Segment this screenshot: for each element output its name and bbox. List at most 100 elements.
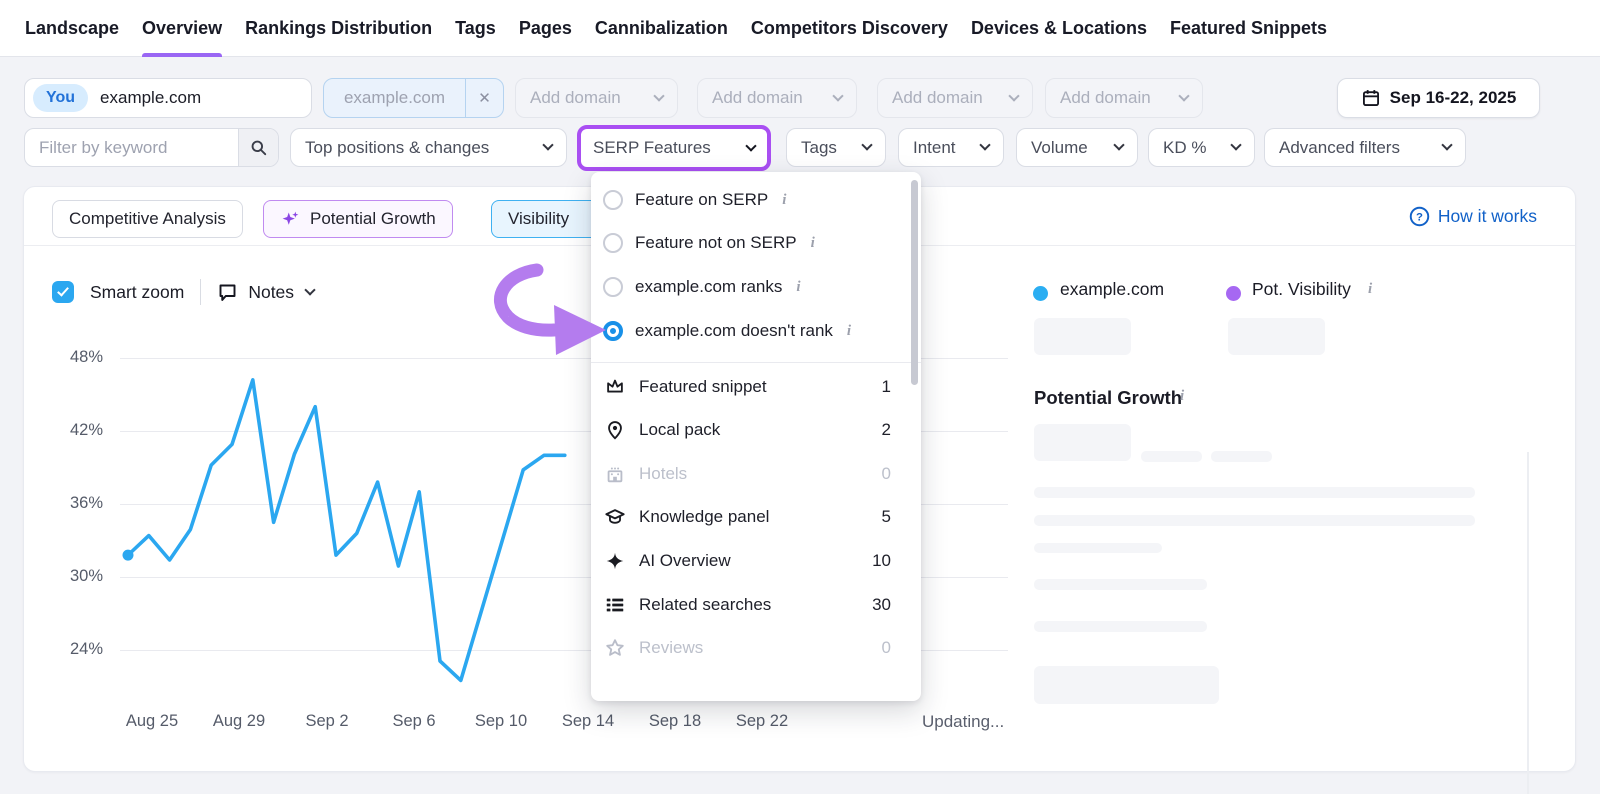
tab-label: Potential Growth	[310, 209, 436, 229]
you-domain-value: example.com	[100, 88, 201, 108]
smart-zoom-label: Smart zoom	[90, 282, 184, 303]
notes-label[interactable]: Notes	[248, 282, 294, 303]
feature-item-featured-snippet[interactable]: Featured snippet 1	[591, 367, 921, 407]
radio-domain-ranks[interactable]: example.com ranks i	[591, 267, 921, 307]
radio-feature-not-on-serp[interactable]: Feature not on SERP i	[591, 223, 921, 263]
nav-item-rankings-distribution[interactable]: Rankings Distribution	[245, 0, 432, 57]
add-domain-button-2[interactable]: Add domain	[697, 78, 857, 118]
chevron-down-icon	[979, 139, 990, 150]
volume-dropdown[interactable]: Volume	[1016, 128, 1138, 167]
date-range-label: Sep 16-22, 2025	[1390, 88, 1517, 108]
chevron-down-icon	[1113, 139, 1124, 150]
competitor-domain-label: example.com	[324, 88, 465, 108]
date-range-picker[interactable]: Sep 16-22, 2025	[1337, 78, 1540, 118]
close-icon[interactable]: ✕	[465, 79, 503, 117]
you-domain-input[interactable]: You example.com	[24, 78, 312, 118]
add-domain-label: Add domain	[892, 88, 983, 108]
feature-item-related-searches[interactable]: Related searches 30	[591, 585, 921, 625]
nav-item-devices-locations[interactable]: Devices & Locations	[971, 0, 1147, 57]
radio-checked-icon	[603, 321, 623, 341]
tags-dropdown[interactable]: Tags	[786, 128, 886, 167]
tab-label: Competitive Analysis	[69, 209, 226, 229]
scrollbar-thumb[interactable]	[911, 180, 918, 385]
keyword-filter-input[interactable]: Filter by keyword	[24, 128, 279, 167]
advanced-filters-dropdown[interactable]: Advanced filters	[1264, 128, 1466, 167]
feature-item-knowledge-panel[interactable]: Knowledge panel 5	[591, 497, 921, 537]
feature-label: Knowledge panel	[639, 507, 769, 527]
intent-label: Intent	[913, 138, 956, 158]
info-icon[interactable]: i	[1180, 388, 1184, 405]
feature-item-local-pack[interactable]: Local pack 2	[591, 410, 921, 450]
nav-item-landscape[interactable]: Landscape	[25, 0, 119, 57]
add-domain-button-3[interactable]: Add domain	[877, 78, 1033, 118]
local-pack-icon	[603, 418, 627, 442]
serp-features-label: SERP Features	[593, 138, 711, 158]
nav-item-pages[interactable]: Pages	[519, 0, 572, 57]
radio-icon	[603, 190, 623, 210]
top-nav: Landscape Overview Rankings Distribution…	[0, 0, 1600, 57]
skeleton-block	[1034, 666, 1219, 704]
nav-item-competitors-discovery[interactable]: Competitors Discovery	[751, 0, 948, 57]
you-badge: You	[33, 84, 88, 112]
serp-features-dropdown[interactable]: SERP Features	[577, 125, 771, 171]
chevron-down-icon	[745, 140, 756, 151]
info-icon[interactable]: i	[796, 279, 800, 296]
skeleton-bar	[1034, 487, 1475, 498]
skeleton-bar	[1034, 579, 1207, 590]
legend-label-pot-visibility[interactable]: Pot. Visibility	[1252, 279, 1351, 300]
how-it-works-link[interactable]: ? How it works	[1409, 206, 1537, 227]
nav-item-cannibalization[interactable]: Cannibalization	[595, 0, 728, 57]
skeleton-block	[1034, 318, 1131, 355]
svg-text:?: ?	[1416, 212, 1423, 224]
legend-dot-example	[1033, 286, 1048, 301]
feature-count: 0	[882, 638, 891, 658]
chevron-down-icon[interactable]	[304, 284, 315, 295]
search-button[interactable]	[238, 129, 278, 166]
radio-label: example.com doesn't rank	[635, 321, 833, 341]
crown-icon	[603, 375, 627, 399]
kd-dropdown[interactable]: KD %	[1148, 128, 1255, 167]
skeleton-pill	[1141, 451, 1202, 462]
info-icon[interactable]: i	[1368, 281, 1372, 298]
kd-label: KD %	[1163, 138, 1206, 158]
tab-competitive-analysis[interactable]: Competitive Analysis	[52, 200, 243, 238]
sparkles-icon	[280, 209, 301, 230]
top-positions-dropdown[interactable]: Top positions & changes	[290, 128, 567, 167]
feature-label: Hotels	[639, 464, 687, 484]
radio-feature-on-serp[interactable]: Feature on SERP i	[591, 180, 921, 220]
feature-count: 2	[882, 420, 891, 440]
add-domain-button-4[interactable]: Add domain	[1045, 78, 1203, 118]
chevron-down-icon	[653, 90, 664, 101]
feature-count: 10	[872, 551, 891, 571]
chevron-down-icon	[1178, 90, 1189, 101]
competitor-domain-chip[interactable]: example.com ✕	[323, 78, 504, 118]
serp-features-menu: Feature on SERP i Feature not on SERP i …	[591, 172, 921, 701]
question-circle-icon: ?	[1409, 206, 1430, 227]
keyword-filter-placeholder: Filter by keyword	[25, 138, 238, 158]
legend-label-example[interactable]: example.com	[1060, 279, 1164, 300]
nav-item-overview[interactable]: Overview	[142, 0, 222, 57]
panel-divider	[1527, 452, 1529, 794]
tab-label: Visibility	[508, 209, 569, 229]
feature-item-ai-overview[interactable]: AI Overview 10	[591, 541, 921, 581]
add-domain-button-1[interactable]: Add domain	[515, 78, 678, 118]
info-icon[interactable]: i	[847, 323, 851, 340]
intent-dropdown[interactable]: Intent	[898, 128, 1004, 167]
radio-label: Feature not on SERP	[635, 233, 797, 253]
info-icon[interactable]: i	[782, 192, 786, 209]
feature-item-hotels: Hotels 0	[591, 454, 921, 494]
nav-item-featured-snippets[interactable]: Featured Snippets	[1170, 0, 1327, 57]
nav-item-tags[interactable]: Tags	[455, 0, 496, 57]
chevron-down-icon	[542, 139, 553, 150]
tab-potential-growth[interactable]: Potential Growth	[263, 200, 453, 238]
feature-label: Local pack	[639, 420, 720, 440]
skeleton-block	[1228, 318, 1325, 355]
feature-count: 1	[882, 377, 891, 397]
chevron-down-icon	[1008, 90, 1019, 101]
smart-zoom-checkbox[interactable]	[52, 281, 74, 303]
info-icon[interactable]: i	[811, 235, 815, 252]
ai-overview-icon	[603, 549, 627, 573]
radio-domain-doesnt-rank[interactable]: example.com doesn't rank i	[591, 311, 921, 351]
feature-count: 0	[882, 464, 891, 484]
add-domain-label: Add domain	[712, 88, 803, 108]
